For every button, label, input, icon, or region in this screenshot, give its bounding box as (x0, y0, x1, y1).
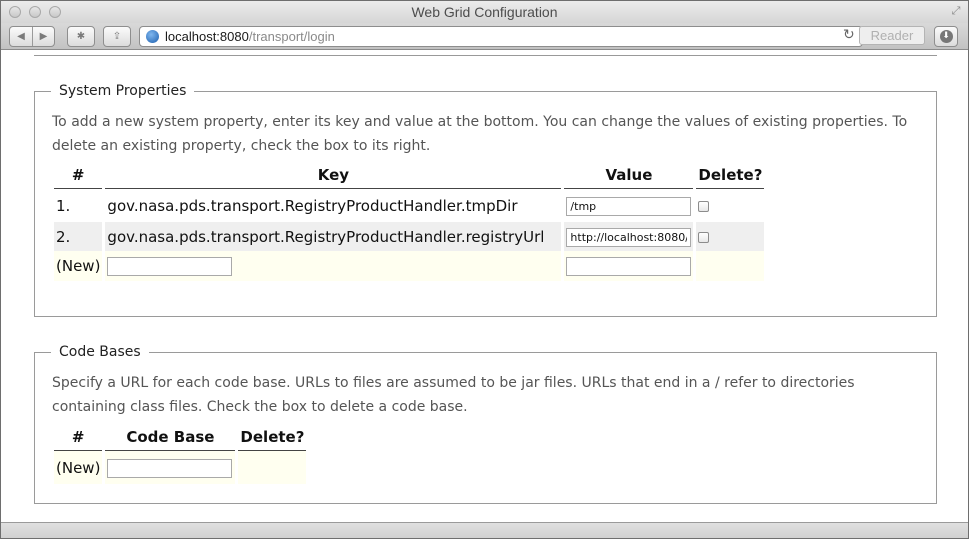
new-label: (New) (54, 251, 103, 281)
header-code-base: Code Base (105, 424, 236, 451)
zoom-window-button[interactable] (49, 6, 61, 18)
header-num: # (54, 424, 103, 451)
value-input[interactable] (566, 227, 692, 247)
new-row: (New) (54, 451, 307, 484)
system-properties-legend: System Properties (51, 82, 195, 100)
globe-icon (146, 30, 159, 43)
new-code-base-input[interactable] (107, 458, 233, 478)
back-icon[interactable]: ◀ (10, 27, 32, 46)
forward-icon[interactable]: ▶ (32, 27, 54, 46)
delete-checkbox[interactable] (698, 231, 710, 243)
share-button[interactable]: ⇪ (103, 26, 131, 47)
minimize-window-button[interactable] (29, 6, 41, 18)
code-bases-description: Specify a URL for each code base. URLs t… (52, 375, 855, 415)
bug-icon: ✱ (76, 31, 86, 42)
new-value-input[interactable] (566, 257, 692, 276)
browser-toolbar: ◀ ▶ ✱ ⇪ localhost:8080/transport/login ↻… (1, 23, 968, 50)
share-icon: ⇪ (112, 31, 122, 42)
row-num: 1. (54, 189, 103, 222)
reader-button[interactable]: Reader (859, 26, 925, 45)
code-bases-fieldset: Code Bases Specify a URL for each code b… (34, 343, 937, 504)
address-bar[interactable]: localhost:8080/transport/login (139, 26, 863, 47)
row-key: gov.nasa.pds.transport.RegistryProductHa… (105, 189, 562, 222)
bug-button[interactable]: ✱ (67, 26, 95, 47)
row-key: gov.nasa.pds.transport.RegistryProductHa… (105, 222, 562, 251)
header-num: # (54, 162, 103, 189)
table-row: 2. gov.nasa.pds.transport.RegistryProduc… (54, 222, 765, 251)
table-row: 1. gov.nasa.pds.transport.RegistryProduc… (54, 189, 765, 222)
new-key-input[interactable] (107, 257, 233, 276)
title-bar: Web Grid Configuration ⤢ (1, 1, 968, 23)
delete-checkbox[interactable] (698, 200, 710, 212)
nav-buttons: ◀ ▶ (9, 26, 55, 47)
divider (34, 55, 937, 56)
new-label: (New) (54, 451, 103, 484)
close-window-button[interactable] (9, 6, 21, 18)
url-path: /transport/login (248, 29, 335, 44)
reload-icon[interactable]: ↻ (843, 27, 855, 43)
browser-window: Web Grid Configuration ⤢ ◀ ▶ ✱ ⇪ localho… (0, 0, 969, 539)
header-delete: Delete? (238, 424, 307, 451)
downloads-button[interactable]: ⬇ (934, 26, 958, 47)
header-value: Value (564, 162, 694, 189)
url-text: localhost:8080/transport/login (165, 27, 335, 46)
header-delete: Delete? (696, 162, 765, 189)
window-title: Web Grid Configuration (411, 4, 558, 20)
code-bases-legend: Code Bases (51, 343, 149, 361)
system-properties-fieldset: System Properties To add a new system pr… (34, 82, 937, 317)
system-properties-description: To add a new system property, enter its … (52, 114, 908, 154)
code-bases-table: # Code Base Delete? (New) (51, 424, 309, 484)
page-content: System Properties To add a new system pr… (1, 51, 968, 522)
system-properties-table: # Key Value Delete? 1. gov.nasa.pds.tran… (51, 162, 767, 281)
download-icon: ⬇ (939, 30, 953, 43)
fullscreen-icon[interactable]: ⤢ (950, 5, 962, 17)
new-row: (New) (54, 251, 765, 281)
value-input[interactable] (566, 196, 692, 216)
row-num: 2. (54, 222, 103, 251)
header-key: Key (105, 162, 562, 189)
status-bar (1, 522, 968, 538)
url-host: localhost:8080 (165, 29, 249, 44)
